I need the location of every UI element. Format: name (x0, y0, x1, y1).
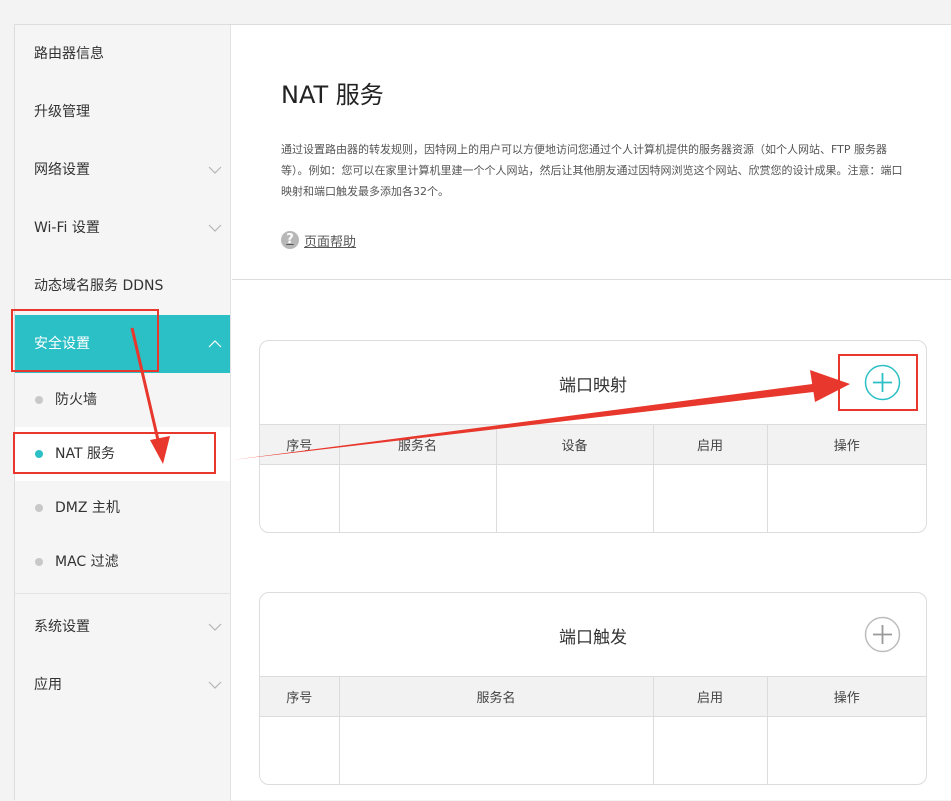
column-header: 序号 (260, 425, 340, 465)
sidebar-item-label: 动态域名服务 DDNS (34, 278, 164, 294)
page-title: NAT 服务 (281, 81, 384, 109)
table-header-row: 序号 服务名 设备 启用 操作 (260, 425, 926, 465)
sidebar-item-apps[interactable]: 应用 (15, 656, 230, 714)
column-header: 序号 (260, 677, 340, 717)
column-header: 服务名 (339, 425, 497, 465)
add-port-trigger-button[interactable] (864, 616, 901, 653)
sidebar-item-label: 系统设置 (34, 619, 90, 635)
bullet-dot (35, 396, 43, 404)
port-mapping-title: 端口映射 (559, 376, 627, 396)
sidebar-divider (15, 593, 230, 594)
sidebar-item-wifi[interactable]: Wi-Fi 设置 (15, 199, 230, 257)
port-trigger-panel: 端口触发 序号 服务名 启用 操作 (259, 592, 927, 785)
sidebar-subitem-label: NAT 服务 (55, 446, 115, 462)
chevron-up-icon (208, 340, 222, 348)
page-help-label: 页面帮助 (304, 234, 357, 250)
sidebar-item-label: 安全设置 (34, 336, 90, 352)
page-description: 通过设置路由器的转发规则，因特网上的用户可以方便地访问您通过个人计算机提供的服务… (281, 143, 903, 198)
bullet-dot (35, 504, 43, 512)
column-header: 设备 (496, 425, 654, 465)
sidebar-item-router-info[interactable]: 路由器信息 (15, 25, 230, 83)
sidebar-item-network[interactable]: 网络设置 (15, 141, 230, 199)
sidebar-subitem-label: DMZ 主机 (55, 500, 120, 516)
sidebar-subitem-label: 防火墙 (55, 392, 97, 408)
column-header: 启用 (653, 677, 768, 717)
chevron-down-icon (208, 681, 222, 689)
router-admin-window: 路由器信息 升级管理 网络设置 Wi-Fi 设置 动态域名服务 DDNS 安全设… (14, 24, 951, 801)
chevron-down-icon (208, 623, 222, 631)
sidebar-item-system[interactable]: 系统设置 (15, 598, 230, 656)
column-header: 操作 (767, 425, 926, 465)
sidebar-item-label: 路由器信息 (34, 46, 104, 62)
column-header: 操作 (767, 677, 926, 717)
sidebar-nav: 路由器信息 升级管理 网络设置 Wi-Fi 设置 动态域名服务 DDNS 安全设… (15, 25, 231, 801)
port-mapping-table: 序号 服务名 设备 启用 操作 (260, 425, 926, 532)
add-port-mapping-button[interactable] (864, 364, 901, 401)
sidebar-subitem-label: MAC 过滤 (55, 554, 119, 570)
table-row (260, 464, 926, 532)
sidebar-item-label: 应用 (34, 677, 62, 693)
chevron-down-icon (208, 166, 222, 174)
port-trigger-title: 端口触发 (559, 628, 627, 648)
table-header-row: 序号 服务名 启用 操作 (260, 677, 926, 717)
page-help-link[interactable]: ? 页面帮助 (281, 230, 356, 250)
port-mapping-panel: 端口映射 序号 服务名 设备 启用 操作 (259, 340, 927, 533)
chevron-down-icon (208, 224, 222, 232)
sidebar-item-label: 网络设置 (34, 162, 90, 178)
sidebar-subitem-nat[interactable]: NAT 服务 (15, 427, 230, 481)
sidebar-item-security[interactable]: 安全设置 (15, 315, 230, 373)
port-trigger-table: 序号 服务名 启用 操作 (260, 677, 926, 784)
port-trigger-header: 端口触发 (260, 593, 926, 677)
bullet-dot (35, 450, 43, 458)
header-divider (232, 279, 951, 280)
table-row (260, 716, 926, 784)
sidebar-subitem-mac-filter[interactable]: MAC 过滤 (15, 535, 230, 589)
column-header: 服务名 (339, 677, 654, 717)
sidebar-item-ddns[interactable]: 动态域名服务 DDNS (15, 257, 230, 315)
sidebar-item-label: 升级管理 (34, 104, 90, 120)
bullet-dot (35, 558, 43, 566)
main-content: NAT 服务 通过设置路由器的转发规则，因特网上的用户可以方便地访问您通过个人计… (232, 25, 951, 801)
sidebar-item-label: Wi-Fi 设置 (34, 220, 100, 236)
question-circle-icon: ? (281, 231, 299, 249)
sidebar-item-upgrade[interactable]: 升级管理 (15, 83, 230, 141)
port-mapping-header: 端口映射 (260, 341, 926, 425)
sidebar-subitem-dmz[interactable]: DMZ 主机 (15, 481, 230, 535)
sidebar-subitem-firewall[interactable]: 防火墙 (15, 373, 230, 427)
column-header: 启用 (653, 425, 768, 465)
